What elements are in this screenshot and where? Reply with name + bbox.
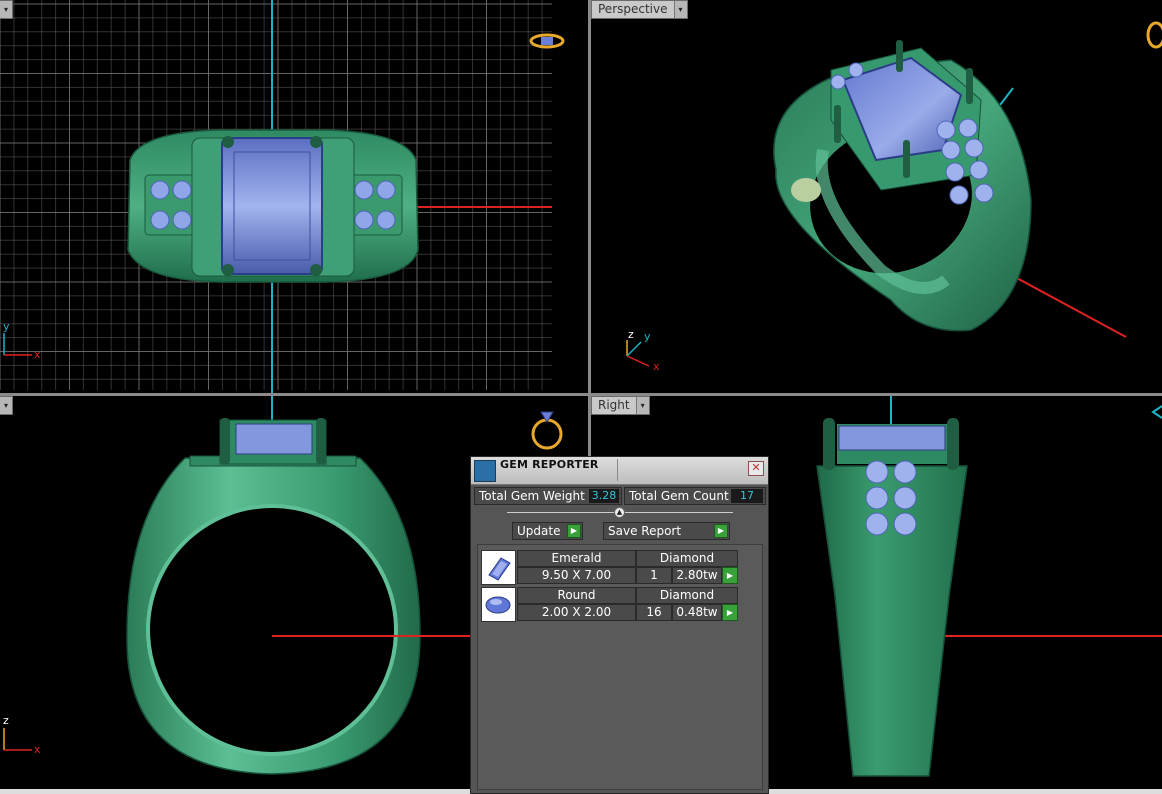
perspective-axis-gizmo: z y x: [626, 328, 660, 373]
total-gem-weight-label: Total Gem Weight: [479, 489, 585, 503]
gem-reporter-slider-handle[interactable]: ▲: [614, 507, 625, 518]
total-gem-count-label: Total Gem Count: [629, 489, 729, 503]
chevron-down-icon[interactable]: ▾: [0, 397, 12, 414]
total-gem-weight-value: 3.28: [589, 489, 619, 503]
chevron-down-icon[interactable]: ▾: [635, 397, 649, 414]
chevron-down-icon[interactable]: ▾: [673, 1, 687, 18]
play-arrow-icon[interactable]: ▶: [722, 567, 738, 584]
svg-text:x: x: [34, 348, 41, 361]
gem-material-cell: Diamond: [636, 587, 738, 604]
top-view-axis-gizmo: y x: [3, 320, 41, 361]
gem-weight-cell: 0.48tw: [672, 604, 722, 621]
gem-reporter-app-icon: [474, 460, 496, 482]
ring-perspective-model: [773, 40, 1032, 332]
top-view-canvas: y x: [0, 0, 565, 393]
gem-shape-cell: Emerald: [517, 550, 636, 567]
front-view-axis-gizmo: z x: [3, 714, 41, 756]
gem-reporter-panel[interactable]: GEM REPORTER ✕ Total Gem Weight 3.28 Tot…: [470, 456, 769, 794]
svg-text:z: z: [3, 714, 9, 727]
gem-material-cell: Diamond: [636, 550, 738, 567]
gem-list[interactable]: Emerald Diamond 9.50 X 7.00 1 2.80tw ▶ R…: [477, 544, 763, 790]
gem-size-cell: 2.00 X 2.00: [517, 604, 636, 621]
front-viewport-menu[interactable]: ▾: [0, 396, 13, 415]
right-view-corner-marker: [1151, 405, 1162, 419]
total-gem-count-value: 17: [731, 489, 763, 503]
svg-text:y: y: [644, 330, 651, 343]
perspective-viewport[interactable]: z y x Perspective ▾: [591, 0, 1162, 393]
close-icon[interactable]: ✕: [748, 461, 764, 476]
top-viewport-menu[interactable]: ▾: [0, 0, 13, 19]
perspective-ring-icon: [1146, 21, 1162, 49]
front-view-ring-icon: [531, 411, 563, 450]
gem-count-cell: 1: [636, 567, 672, 584]
svg-text:x: x: [653, 360, 660, 373]
play-arrow-icon[interactable]: ▶: [714, 524, 728, 538]
svg-text:x: x: [34, 743, 41, 756]
update-button-label: Update: [517, 524, 561, 538]
gem-shape-cell: Round: [517, 587, 636, 604]
right-viewport-menu[interactable]: Right ▾: [591, 396, 650, 415]
total-gem-weight-field: Total Gem Weight 3.28: [474, 487, 622, 505]
ring-right-model: [816, 418, 968, 777]
gem-row-round[interactable]: Round Diamond 2.00 X 2.00 16 0.48tw ▶: [481, 587, 738, 624]
titlebar-separator: [617, 459, 618, 481]
gem-weight-cell: 2.80tw: [672, 567, 722, 584]
emerald-cut-gem-icon: [481, 550, 516, 585]
perspective-viewport-menu[interactable]: Perspective ▾: [591, 0, 688, 19]
save-report-button-label: Save Report: [608, 524, 682, 538]
gem-row-emerald[interactable]: Emerald Diamond 9.50 X 7.00 1 2.80tw ▶: [481, 550, 738, 587]
ring-top-model: [127, 129, 419, 283]
chevron-down-icon[interactable]: ▾: [0, 1, 12, 18]
top-viewport[interactable]: y x ▾: [0, 0, 588, 393]
total-gem-count-field: Total Gem Count 17: [624, 487, 766, 505]
gem-reporter-title: GEM REPORTER: [500, 458, 599, 471]
play-arrow-icon[interactable]: ▶: [722, 604, 738, 621]
save-report-button[interactable]: Save Report ▶: [603, 522, 730, 540]
svg-text:z: z: [628, 328, 634, 341]
right-viewport-label: Right: [598, 398, 630, 412]
gem-size-cell: 9.50 X 7.00: [517, 567, 636, 584]
round-cut-gem-icon: [481, 587, 516, 622]
gem-reporter-titlebar[interactable]: GEM REPORTER ✕: [471, 457, 768, 485]
update-button[interactable]: Update ▶: [512, 522, 583, 540]
play-arrow-icon[interactable]: ▶: [567, 524, 581, 538]
gem-count-cell: 16: [636, 604, 672, 621]
ring-front-model: [126, 418, 421, 775]
svg-text:y: y: [3, 320, 10, 333]
perspective-viewport-label: Perspective: [598, 2, 668, 16]
perspective-view-canvas: z y x: [626, 21, 1162, 373]
viewport-divider-horizontal[interactable]: [0, 393, 1162, 396]
